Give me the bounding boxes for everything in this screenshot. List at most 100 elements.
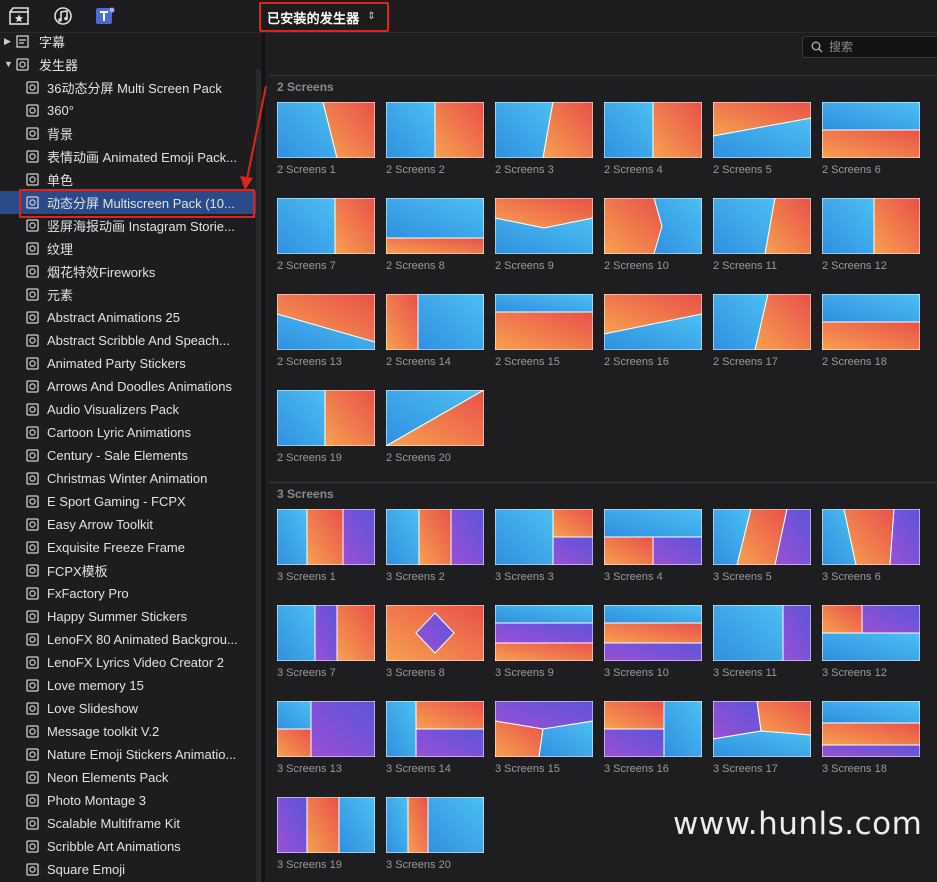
generator-thumbnail[interactable] [822,294,920,350]
generator-thumbnail[interactable] [386,605,484,661]
sidebar-item-generator[interactable]: Nature Emoji Stickers Animatio... [0,743,258,766]
sidebar-item-generator[interactable]: 元素 [0,283,258,306]
generator-thumbnail[interactable] [386,390,484,446]
music-loop-icon[interactable] [52,6,74,26]
sidebar-item-generator[interactable]: Abstract Animations 25 [0,306,258,329]
sidebar-item-generator[interactable]: E Sport Gaming - FCPX [0,490,258,513]
generator-tile[interactable]: 3 Screens 10 [604,605,702,679]
generator-thumbnail[interactable] [495,102,593,158]
generator-tile[interactable]: 2 Screens 6 [822,102,920,176]
sidebar-item-generator[interactable]: Century - Sale Elements [0,444,258,467]
generator-tile[interactable]: 3 Screens 17 [713,701,811,775]
generator-tile[interactable]: 2 Screens 2 [386,102,484,176]
generator-thumbnail[interactable] [386,102,484,158]
generator-tile[interactable]: 3 Screens 12 [822,605,920,679]
generator-thumbnail[interactable] [495,198,593,254]
sidebar-item-generator[interactable]: 烟花特效Fireworks [0,260,258,283]
generator-thumbnail[interactable] [822,198,920,254]
sidebar-item-generators[interactable]: ▼ 发生器 [0,53,258,76]
generator-tile[interactable]: 2 Screens 17 [713,294,811,368]
generator-thumbnail[interactable] [277,605,375,661]
generator-thumbnail[interactable] [277,294,375,350]
generator-tile[interactable]: 2 Screens 12 [822,198,920,272]
sidebar-item-generator[interactable]: 单色 [0,168,258,191]
clapper-star-icon[interactable] [8,6,30,26]
generator-tile[interactable]: 2 Screens 9 [495,198,593,272]
generator-thumbnail[interactable] [604,198,702,254]
generator-thumbnail[interactable] [822,509,920,565]
generator-thumbnail[interactable] [277,509,375,565]
generator-thumbnail[interactable] [604,701,702,757]
sidebar-item-generator[interactable]: Easy Arrow Toolkit [0,513,258,536]
generator-tile[interactable]: 2 Screens 10 [604,198,702,272]
generator-tile[interactable]: 2 Screens 19 [277,390,375,464]
generator-tile[interactable]: 3 Screens 2 [386,509,484,583]
generator-thumbnail[interactable] [277,797,375,853]
generator-thumbnail[interactable] [822,605,920,661]
generator-tile[interactable]: 3 Screens 11 [713,605,811,679]
search-input[interactable] [829,40,929,54]
generator-thumbnail[interactable] [713,509,811,565]
generator-tile[interactable]: 2 Screens 8 [386,198,484,272]
generator-tile[interactable]: 3 Screens 6 [822,509,920,583]
sidebar-item-generator[interactable]: LenoFX Lyrics Video Creator 2 [0,651,258,674]
disclosure-collapsed-icon[interactable]: ▶ [4,36,11,47]
generator-tile[interactable]: 3 Screens 20 [386,797,484,871]
generator-tile[interactable]: 3 Screens 19 [277,797,375,871]
generator-thumbnail[interactable] [386,198,484,254]
generator-thumbnail[interactable] [277,102,375,158]
generator-thumbnail[interactable] [713,605,811,661]
sidebar-item-generator[interactable]: 背景 [0,122,258,145]
sidebar-item-generator[interactable]: Square Emoji [0,858,258,881]
sidebar-item-generator[interactable]: FCPX模板 [0,559,258,582]
generator-tile[interactable]: 2 Screens 14 [386,294,484,368]
sidebar-item-generator[interactable]: Love Slideshow [0,697,258,720]
generator-tile[interactable]: 3 Screens 4 [604,509,702,583]
generator-tile[interactable]: 3 Screens 3 [495,509,593,583]
sidebar-item-generator[interactable]: Neon Elements Pack [0,766,258,789]
generator-tile[interactable]: 3 Screens 15 [495,701,593,775]
generator-tile[interactable]: 2 Screens 1 [277,102,375,176]
sidebar-item-generator[interactable]: Arrows And Doodles Animations [0,375,258,398]
sidebar-item-captions[interactable]: ▶ 字幕 [0,33,258,53]
generator-tile[interactable]: 3 Screens 18 [822,701,920,775]
generator-tile[interactable]: 2 Screens 11 [713,198,811,272]
generator-thumbnail[interactable] [604,102,702,158]
generator-thumbnail[interactable] [495,701,593,757]
generator-tile[interactable]: 3 Screens 14 [386,701,484,775]
sidebar-item-generator[interactable]: Photo Montage 3 [0,789,258,812]
sidebar-item-generator[interactable]: LenoFX 80 Animated Backgrou... [0,628,258,651]
generator-thumbnail[interactable] [495,294,593,350]
generator-tile[interactable]: 2 Screens 5 [713,102,811,176]
generator-tile[interactable]: 2 Screens 18 [822,294,920,368]
generator-thumbnail[interactable] [822,102,920,158]
generator-thumbnail[interactable] [495,509,593,565]
generator-thumbnail[interactable] [604,605,702,661]
sidebar-item-generator[interactable]: Love memory 15 [0,674,258,697]
generator-tile[interactable]: 2 Screens 7 [277,198,375,272]
generator-tile[interactable]: 3 Screens 13 [277,701,375,775]
sidebar-item-generator[interactable]: Cartoon Lyric Animations [0,421,258,444]
generator-thumbnail[interactable] [277,701,375,757]
generator-thumbnail[interactable] [604,294,702,350]
generator-thumbnail[interactable] [386,509,484,565]
generator-thumbnail[interactable] [277,198,375,254]
generator-thumbnail[interactable] [386,701,484,757]
sidebar-item-generator[interactable]: Animated Party Stickers [0,352,258,375]
generator-tile[interactable]: 3 Screens 9 [495,605,593,679]
sidebar-item-generator[interactable]: Audio Visualizers Pack [0,398,258,421]
sidebar-item-generator[interactable]: 36动态分屏 Multi Screen Pack [0,76,258,99]
sidebar-item-generator[interactable]: 竖屏海报动画 Instagram Storie... [0,214,258,237]
generator-tile[interactable]: 2 Screens 3 [495,102,593,176]
generator-tile[interactable]: 3 Screens 5 [713,509,811,583]
sidebar-item-generator[interactable]: Message toolkit V.2 [0,720,258,743]
sidebar-item-generator[interactable]: Scribble Art Animations [0,835,258,858]
sidebar-item-generator[interactable]: 表情动画 Animated Emoji Pack... [0,145,258,168]
generator-thumbnail[interactable] [604,509,702,565]
generator-thumbnail[interactable] [713,701,811,757]
sidebar-item-generator[interactable]: 360° [0,99,258,122]
generator-thumbnail[interactable] [713,198,811,254]
sidebar-item-generator[interactable]: 动态分屏 Multiscreen Pack (10... [0,191,258,214]
sidebar-item-generator[interactable]: Christmas Winter Animation [0,467,258,490]
generator-filter-dropdown[interactable]: 已安装的发生器 ⇕ [259,2,389,32]
